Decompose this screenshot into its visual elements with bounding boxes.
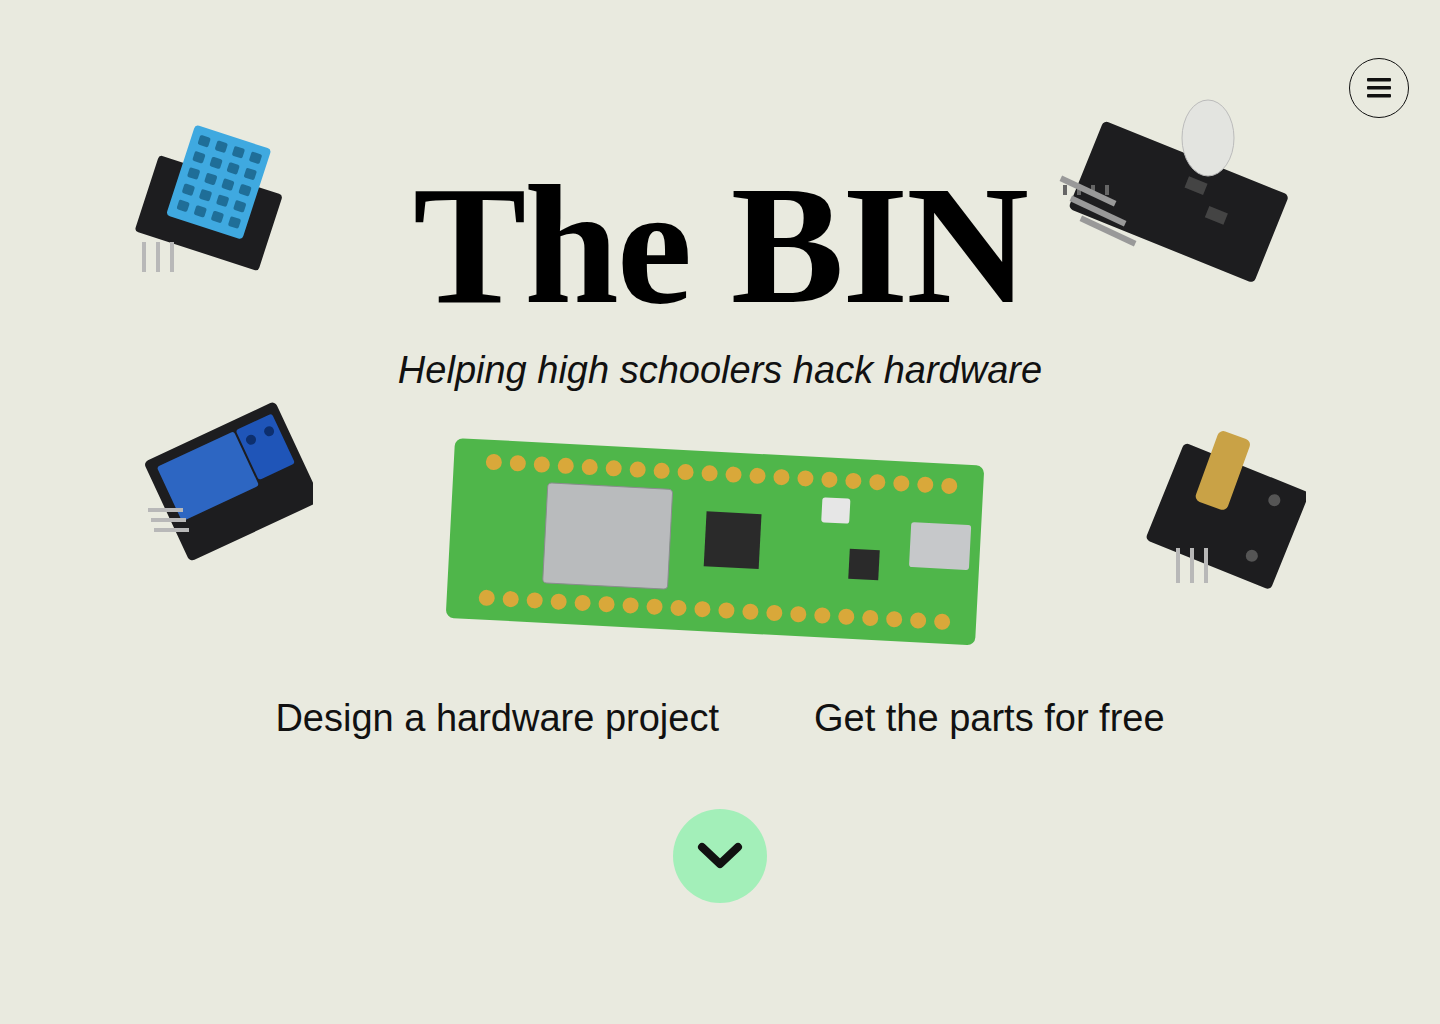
chevron-down-icon [697,842,743,870]
menu-button[interactable] [1349,58,1409,118]
tagline: Helping high schoolers hack hardware [398,348,1042,394]
relay-module-image [143,388,313,563]
laser-module-image [1146,423,1306,593]
hamburger-icon [1367,77,1391,99]
microcontroller-board-image [440,432,1000,652]
step-text: Design a hardware project [275,696,719,742]
humidity-sensor-image [122,112,292,287]
scroll-down-button[interactable] [673,809,767,903]
steps-row: Design a hardware project Get the parts f… [275,696,1164,742]
step-text: Get the parts for free [814,696,1165,742]
rgb-led-module-image [1058,93,1293,298]
logo-title: The BIN [413,160,1027,330]
